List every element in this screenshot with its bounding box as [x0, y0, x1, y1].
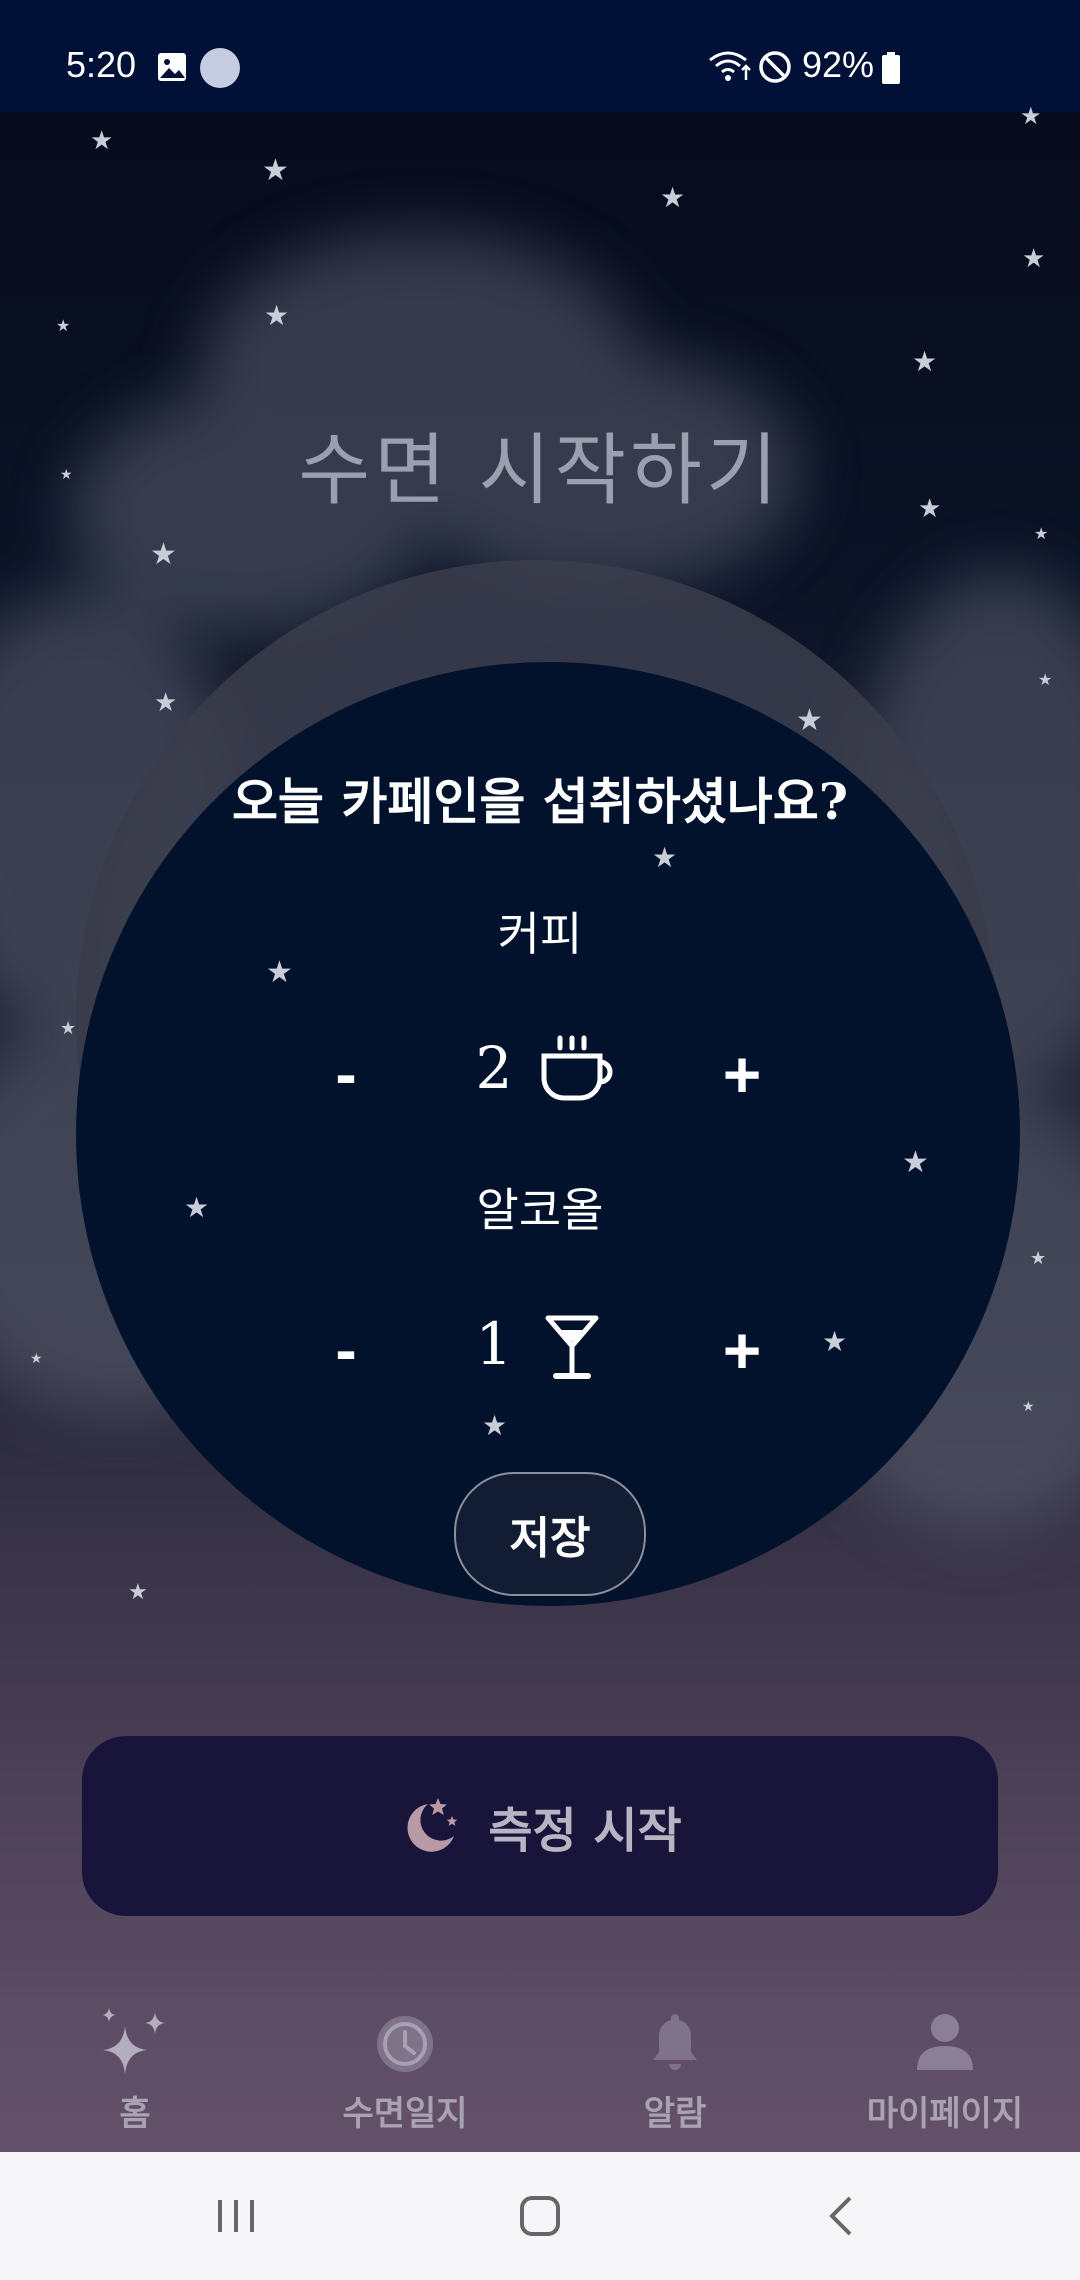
star-icon: ★ — [1022, 244, 1046, 274]
home-icon[interactable] — [510, 2186, 570, 2246]
star-icon: ★ — [56, 316, 71, 335]
alcohol-plus-button[interactable]: + — [702, 1310, 782, 1390]
back-icon[interactable] — [812, 2186, 872, 2246]
star-icon: ★ — [262, 153, 289, 188]
nav-label-home: 홈 — [119, 2094, 151, 2134]
person-icon — [917, 2014, 973, 2070]
coffee-count: 2 — [475, 1034, 513, 1102]
star-icon: ★ — [482, 1409, 508, 1442]
nav-item-sleep-log[interactable]: 수면일지 — [270, 1990, 540, 2150]
alcohol-counter: - 1 + — [0, 1300, 1080, 1400]
star-icon: ★ — [660, 181, 686, 214]
cocktail-glass-icon — [545, 1315, 599, 1379]
system-nav-bar — [0, 2152, 1080, 2280]
star-icon: ★ — [150, 537, 177, 572]
star-icon: ★ — [128, 1580, 148, 1605]
coffee-plus-button[interactable]: + — [702, 1034, 782, 1114]
nav-label-sleep-log: 수면일지 — [342, 2094, 468, 2134]
nav-label-mypage: 마이페이지 — [866, 2094, 1024, 2134]
alcohol-count: 1 — [475, 1310, 513, 1378]
save-button[interactable]: 저장 — [454, 1472, 646, 1596]
star-icon: ★ — [1022, 1399, 1035, 1415]
bottom-nav: 홈 수면일지 알람 마이페이지 — [0, 1990, 1080, 2150]
sparkles-icon — [103, 2008, 165, 2074]
do-not-disturb-icon — [759, 51, 791, 83]
battery-percent: 92% — [802, 44, 875, 85]
start-measurement-button[interactable]: 측정 시작 — [82, 1736, 998, 1916]
app-notification-icon — [200, 48, 240, 88]
moon-stars-icon — [407, 1798, 458, 1852]
star-icon: ★ — [1038, 670, 1053, 689]
start-measurement-label: 측정 시작 — [488, 1803, 682, 1859]
image-icon — [158, 53, 186, 81]
star-icon: ★ — [264, 299, 290, 332]
status-bar: 5:20 92% — [0, 0, 1080, 112]
star-icon: ★ — [1020, 102, 1042, 130]
page-title: 수면 시작하기 — [298, 426, 782, 516]
star-icon: ★ — [90, 126, 114, 156]
status-time: 5:20 — [66, 44, 137, 85]
star-icon: ★ — [154, 688, 178, 718]
nav-item-mypage[interactable]: 마이페이지 — [810, 1990, 1080, 2150]
nav-item-alarm[interactable]: 알람 — [540, 1990, 810, 2150]
nav-label-alarm: 알람 — [643, 2094, 707, 2134]
nav-item-home[interactable]: 홈 — [0, 1990, 270, 2150]
star-icon: ★ — [652, 841, 678, 874]
star-icon: ★ — [796, 703, 823, 738]
star-icon: ★ — [1030, 1248, 1047, 1269]
wifi-icon — [709, 51, 751, 81]
clock-icon — [377, 2016, 433, 2072]
coffee-label: 커피 — [497, 907, 583, 961]
battery-icon — [882, 52, 900, 84]
bell-icon — [653, 2014, 697, 2070]
coffee-minus-button[interactable]: - — [306, 1034, 386, 1114]
coffee-cup-icon — [541, 1035, 613, 1101]
star-icon: ★ — [1034, 524, 1049, 543]
alcohol-label: 알코올 — [476, 1183, 604, 1237]
coffee-counter: - 2 + — [0, 1024, 1080, 1124]
star-icon: ★ — [912, 345, 938, 378]
alcohol-minus-button[interactable]: - — [306, 1310, 386, 1390]
recent-apps-icon[interactable] — [206, 2186, 266, 2246]
caffeine-question: 오늘 카페인을 섭취하셨나요? — [231, 772, 849, 831]
